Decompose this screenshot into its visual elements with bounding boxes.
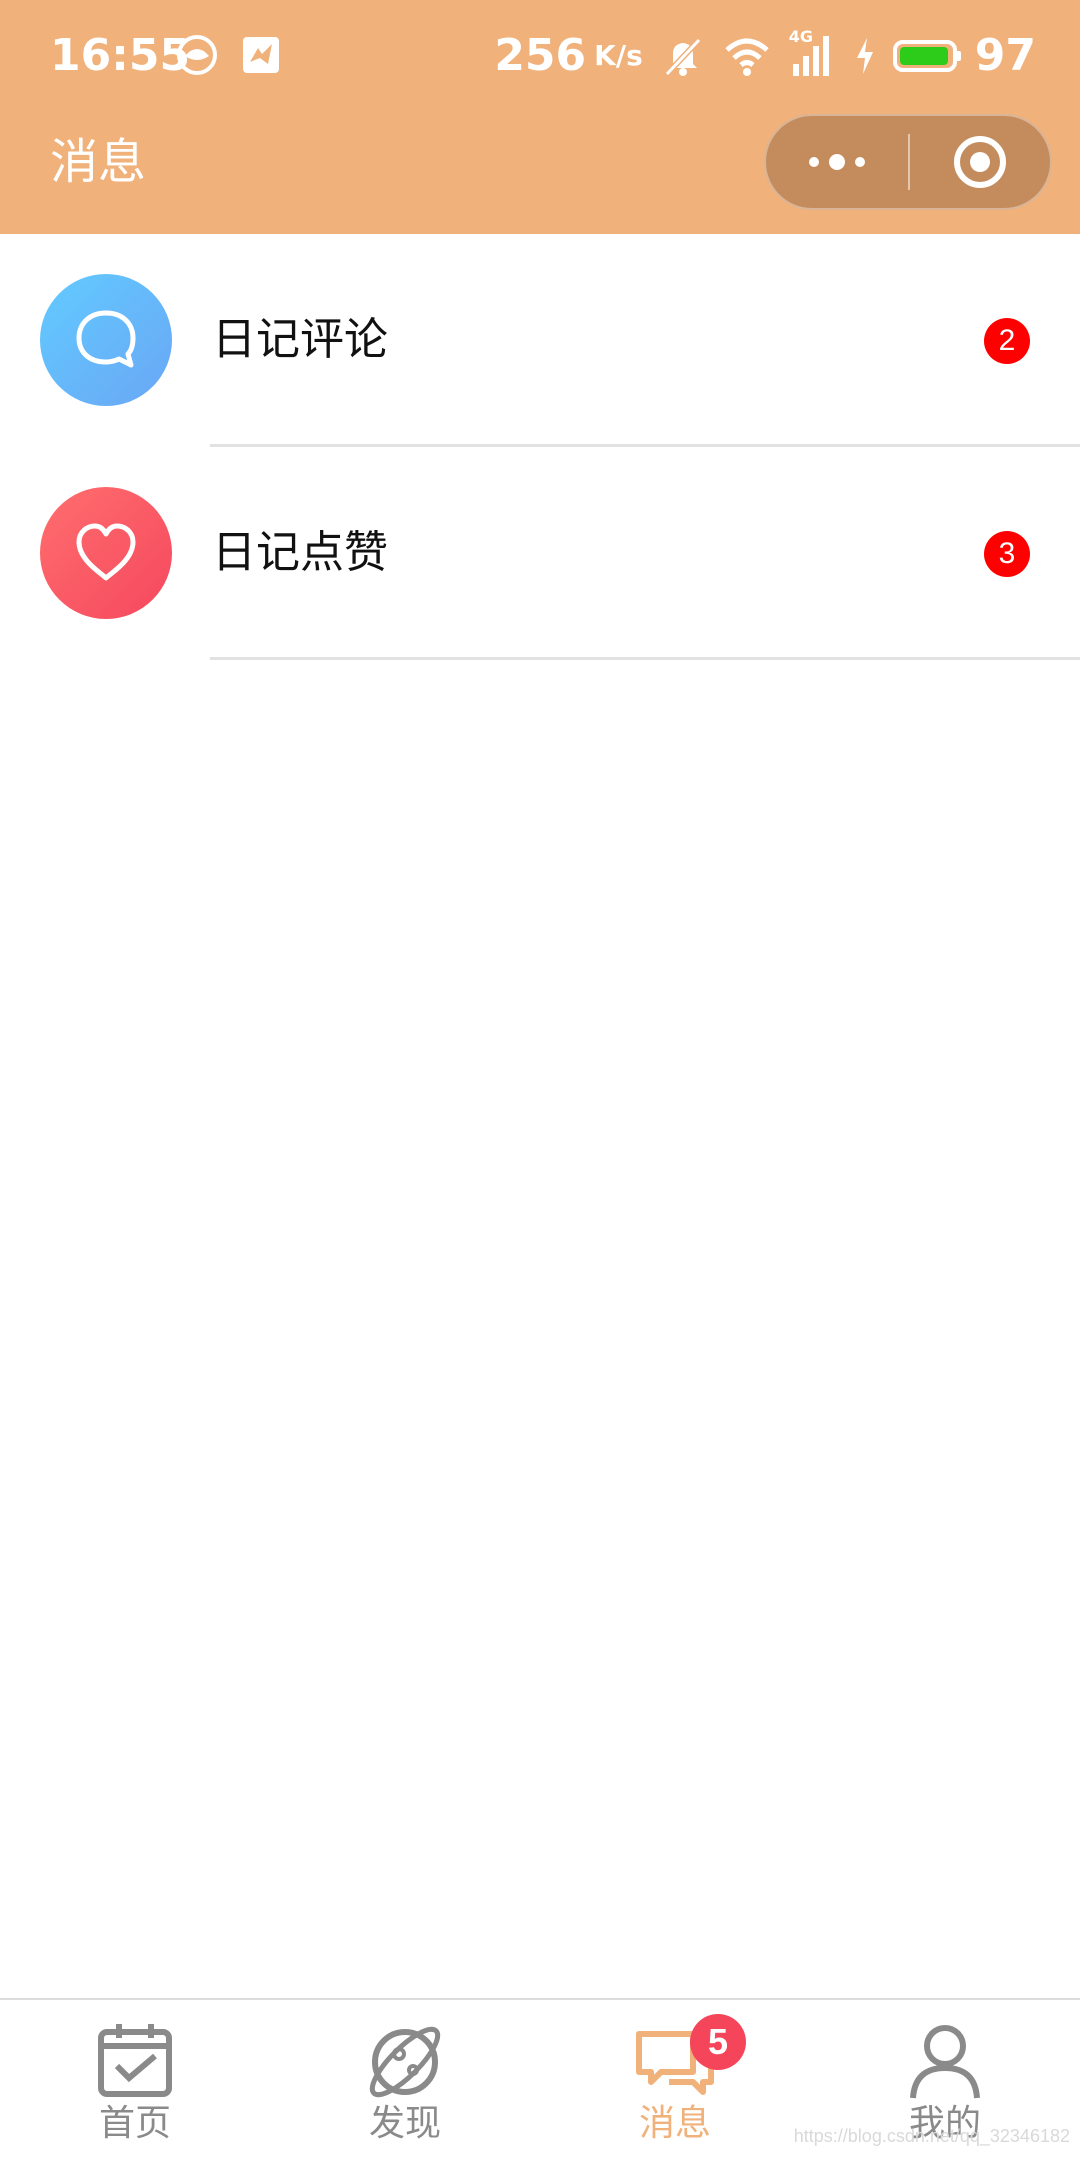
net-speed: 256	[494, 30, 587, 81]
app-notification-icon	[177, 35, 217, 75]
battery-icon	[892, 40, 961, 72]
unread-badge: 3	[984, 531, 1030, 577]
tab-messages[interactable]: 消息 5	[540, 2000, 810, 2162]
message-item-label: 日记评论	[212, 314, 388, 365]
status-right: 256 K/s 4G 97	[494, 28, 1036, 84]
list-divider	[210, 657, 1080, 660]
charging-icon	[856, 38, 873, 74]
planet-icon	[369, 2026, 441, 2098]
wifi-icon	[725, 38, 769, 76]
watermark: https://blog.csdn.net/qq_32346182	[793, 2126, 1070, 2146]
status-notification-icons	[176, 34, 282, 76]
mini-program-capsule	[764, 114, 1052, 210]
net-speed-unit: K/s	[594, 39, 643, 72]
cellular-signal-icon: 4G	[789, 28, 837, 78]
battery-level: 97	[974, 30, 1036, 81]
header: 16:55 256 K/s 4G 97 消息	[0, 0, 1080, 234]
message-list: 日记评论 2 日记点赞 3	[0, 234, 1080, 660]
message-item-label: 日记点赞	[212, 527, 388, 578]
status-bar: 16:55 256 K/s 4G 97	[0, 0, 1080, 112]
target-close-icon	[954, 136, 1006, 188]
more-button[interactable]	[766, 116, 908, 208]
tab-label: 消息	[638, 2103, 711, 2144]
battery-fill	[899, 47, 949, 65]
person-icon	[910, 2025, 980, 2099]
tab-discover[interactable]: 发现	[270, 2000, 540, 2162]
close-button[interactable]	[910, 116, 1050, 208]
tab-unread-badge: 5	[690, 2014, 746, 2070]
message-item-likes[interactable]: 日记点赞 3	[0, 447, 1080, 660]
tab-label: 首页	[98, 2103, 171, 2144]
more-dot-icon	[855, 157, 865, 167]
more-dot-icon	[829, 154, 845, 170]
bell-muted-icon	[664, 37, 701, 77]
tab-home[interactable]: 首页	[0, 2000, 270, 2162]
more-dot-icon	[809, 157, 819, 167]
message-item-comments[interactable]: 日记评论 2	[0, 234, 1080, 447]
calendar-check-icon	[98, 2024, 172, 2097]
heart-icon	[40, 487, 172, 619]
unread-badge: 2	[984, 318, 1030, 364]
tab-label: 发现	[368, 2103, 441, 2144]
comment-bubble-icon	[40, 274, 172, 406]
page-title: 消息	[50, 134, 147, 190]
bird-notification-icon	[243, 37, 279, 73]
status-time: 16:55	[50, 30, 191, 81]
